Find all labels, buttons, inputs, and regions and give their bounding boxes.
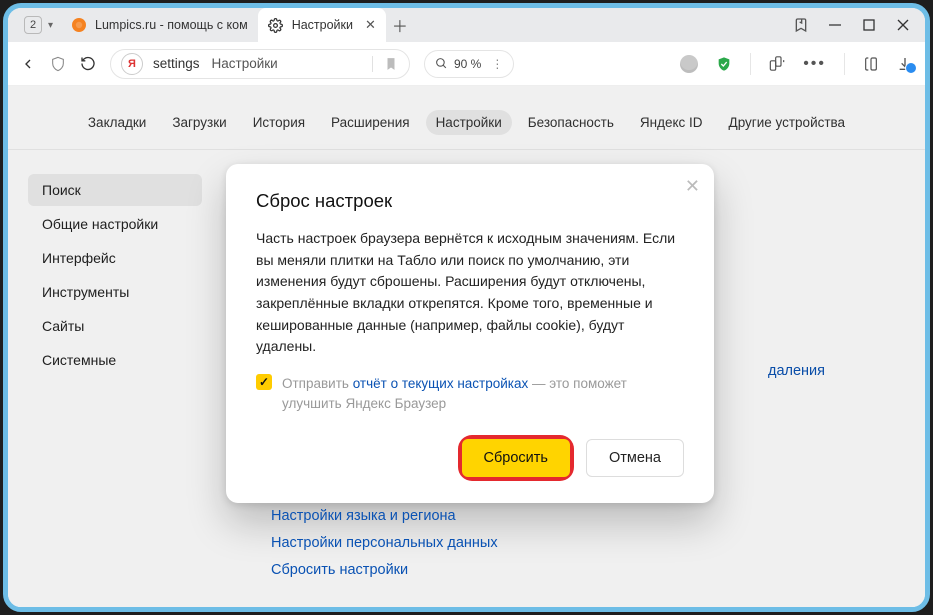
cancel-button[interactable]: Отмена <box>586 439 684 477</box>
leftnav-item[interactable]: Интерфейс <box>28 242 202 274</box>
highlight-frame: Сбросить <box>462 439 570 477</box>
bookmark-ribbon-icon[interactable] <box>793 17 809 33</box>
tab-counter[interactable]: 2 ▾ <box>16 8 61 42</box>
topnav-item[interactable]: Другие устройства <box>719 110 856 135</box>
yandex-icon: Я <box>121 53 143 75</box>
topnav-item[interactable]: Яндекс ID <box>630 110 713 135</box>
gear-icon <box>268 17 284 33</box>
downloads-icon[interactable]: 2 <box>897 56 913 72</box>
window-close-button[interactable] <box>895 17 911 33</box>
zoom-indicator[interactable]: 90 % ⋮ <box>424 50 514 78</box>
close-icon[interactable]: ✕ <box>365 17 376 33</box>
shield-check-icon[interactable] <box>716 56 732 72</box>
settings-link[interactable]: Настройки языка и региона <box>271 508 498 524</box>
toolbar: Я settings Настройки 90 % ⋮ ••• <box>8 42 925 86</box>
settings-link-list-visible: Настройки языка и региона Настройки персо… <box>271 497 498 589</box>
window-minimize-button[interactable] <box>827 17 843 33</box>
settings-left-nav: ПоискОбщие настройкиИнтерфейсИнструменты… <box>8 150 223 609</box>
topnav-item[interactable]: История <box>243 110 315 135</box>
reset-button[interactable]: Сбросить <box>462 439 570 477</box>
reload-button[interactable] <box>80 56 96 72</box>
topnav-item[interactable]: Расширения <box>321 110 420 135</box>
tab-lumpics[interactable]: Lumpics.ru - помощь с ком <box>61 8 258 42</box>
sidebar-icon[interactable] <box>863 56 879 72</box>
tab-strip: 2 ▾ Lumpics.ru - помощь с ком Настройки … <box>8 8 925 42</box>
tab-label: Настройки <box>292 18 353 32</box>
address-bar[interactable]: Я settings Настройки <box>110 49 410 79</box>
dialog-body: Часть настроек браузера вернётся к исход… <box>256 228 684 358</box>
orange-circle-icon <box>71 17 87 33</box>
new-tab-button[interactable]: ＋ <box>392 17 408 33</box>
reset-settings-dialog: ✕ Сброс настроек Часть настроек браузера… <box>226 164 714 503</box>
globe-icon[interactable] <box>680 55 698 73</box>
browser-window: 2 ▾ Lumpics.ru - помощь с ком Настройки … <box>3 3 930 612</box>
checkbox-label: Отправить отчёт о текущих настройках — э… <box>282 374 684 415</box>
topnav-item[interactable]: Настройки <box>426 110 512 135</box>
tab-label: Lumpics.ru - помощь с ком <box>95 18 248 32</box>
more-dots-icon[interactable]: ••• <box>803 55 826 73</box>
zoom-label: 90 % <box>454 57 481 71</box>
settings-link[interactable]: Настройки персональных данных <box>271 535 498 551</box>
dialog-title: Сброс настроек <box>256 190 684 212</box>
topnav-item[interactable]: Закладки <box>78 110 156 135</box>
settings-top-nav: ЗакладкиЗагрузки ИсторияРасширенияНастрой… <box>8 100 925 150</box>
leftnav-item[interactable]: Общие настройки <box>28 208 202 240</box>
leftnav-item[interactable]: Поиск <box>28 174 202 206</box>
url-path: settings <box>153 56 200 71</box>
chevron-down-icon: ▾ <box>48 20 53 31</box>
url-title: Настройки <box>212 56 278 71</box>
leftnav-item[interactable]: Сайты <box>28 310 202 342</box>
window-maximize-button[interactable] <box>861 17 877 33</box>
topnav-item[interactable]: Загрузки <box>162 110 236 135</box>
tab-count-badge: 2 <box>24 16 42 34</box>
bookmark-icon[interactable] <box>383 56 399 72</box>
close-icon[interactable]: ✕ <box>685 176 700 197</box>
report-link[interactable]: отчёт о текущих настройках <box>353 376 529 391</box>
vertical-dots-icon[interactable]: ⋮ <box>491 57 503 71</box>
topnav-item[interactable]: Безопасность <box>518 110 624 135</box>
send-report-row[interactable]: ✓ Отправить отчёт о текущих настройках —… <box>256 374 684 415</box>
extension-icon[interactable] <box>769 56 785 72</box>
leftnav-item[interactable]: Инструменты <box>28 276 202 308</box>
leftnav-item[interactable]: Системные <box>28 344 202 376</box>
tab-settings[interactable]: Настройки ✕ <box>258 8 386 42</box>
content-area: ЗакладкиЗагрузкиИсторияРасширенияНастрой… <box>8 86 925 607</box>
settings-link[interactable]: Сбросить настройки <box>271 562 498 578</box>
shield-outline-icon[interactable] <box>50 56 66 72</box>
checkbox-checked-icon[interactable]: ✓ <box>256 374 272 390</box>
back-button[interactable] <box>20 56 36 72</box>
